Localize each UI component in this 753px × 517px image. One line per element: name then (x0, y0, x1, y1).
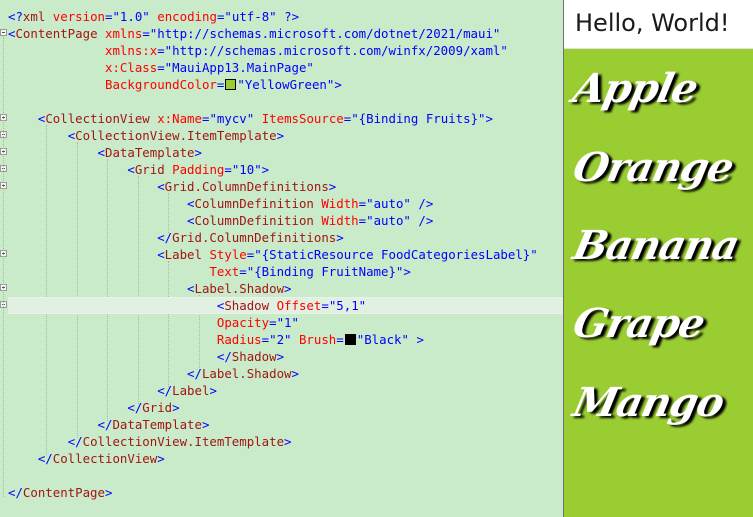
code-line[interactable]: </Shadow> (8, 348, 284, 365)
code-line[interactable]: x:Class="MauiApp13.MainPage" (8, 59, 314, 76)
code-line[interactable]: <CollectionView x:Name="mycv" ItemsSourc… (8, 110, 493, 127)
indent-guide (3, 37, 4, 497)
code-line[interactable]: <?xml version="1.0" encoding="utf-8" ?> (8, 8, 299, 25)
fruit-label-orange[interactable]: Orange (569, 144, 737, 191)
code-line[interactable]: </CollectionView> (8, 450, 165, 467)
code-line[interactable]: <Shadow Offset="5,1" (8, 297, 366, 314)
code-line[interactable]: Radius="2" Brush= "Black" > (8, 331, 424, 348)
code-line[interactable]: <DataTemplate> (8, 144, 202, 161)
code-line[interactable]: <CollectionView.ItemTemplate> (8, 127, 284, 144)
code-line[interactable]: Opacity="1" (8, 314, 299, 331)
code-line[interactable]: <Label.Shadow> (8, 280, 291, 297)
fruit-label-grape[interactable]: Grape (569, 300, 709, 347)
code-line[interactable]: </Grid.ColumnDefinitions> (8, 229, 344, 246)
fruit-label-mango[interactable]: Mango (569, 379, 728, 426)
page-title: Hello, World! (575, 9, 730, 37)
color-swatch-icon (344, 334, 356, 345)
code-line[interactable]: <Grid.ColumnDefinitions> (8, 178, 336, 195)
code-line[interactable]: </DataTemplate> (8, 416, 210, 433)
code-line[interactable]: <ColumnDefinition Width="auto" /> (8, 212, 433, 229)
fold-toggle-icon[interactable] (0, 29, 7, 36)
app-preview-window: Hello, World! Apple Orange Banana Grape … (564, 0, 753, 517)
code-line[interactable]: </CollectionView.ItemTemplate> (8, 433, 292, 450)
code-line[interactable]: BackgroundColor= "YellowGreen"> (8, 76, 342, 93)
editor-gutter (0, 0, 8, 517)
xaml-code-editor[interactable]: <?xml version="1.0" encoding="utf-8" ?> <… (0, 0, 563, 517)
code-line[interactable]: </Grid> (8, 399, 179, 416)
fruit-label-apple[interactable]: Apple (569, 65, 702, 112)
code-line[interactable]: </ContentPage> (8, 484, 112, 501)
preview-title-bar: Hello, World! (564, 0, 753, 49)
code-line[interactable]: </Label.Shadow> (8, 365, 299, 382)
code-line[interactable]: Text="{Binding FruitName}"> (8, 263, 410, 280)
code-line[interactable]: </Label> (8, 382, 217, 399)
code-line[interactable]: <ColumnDefinition Width="auto" /> (8, 195, 433, 212)
code-line[interactable]: xmlns:x="http://schemas.microsoft.com/wi… (8, 42, 508, 59)
fruit-label-banana[interactable]: Banana (569, 222, 743, 269)
code-line[interactable]: <Grid Padding="10"> (8, 161, 269, 178)
code-line[interactable]: <ContentPage xmlns="http://schemas.micro… (8, 25, 500, 42)
color-swatch-icon (225, 79, 237, 90)
code-line[interactable]: <Label Style="{StaticResource FoodCatego… (8, 246, 538, 263)
